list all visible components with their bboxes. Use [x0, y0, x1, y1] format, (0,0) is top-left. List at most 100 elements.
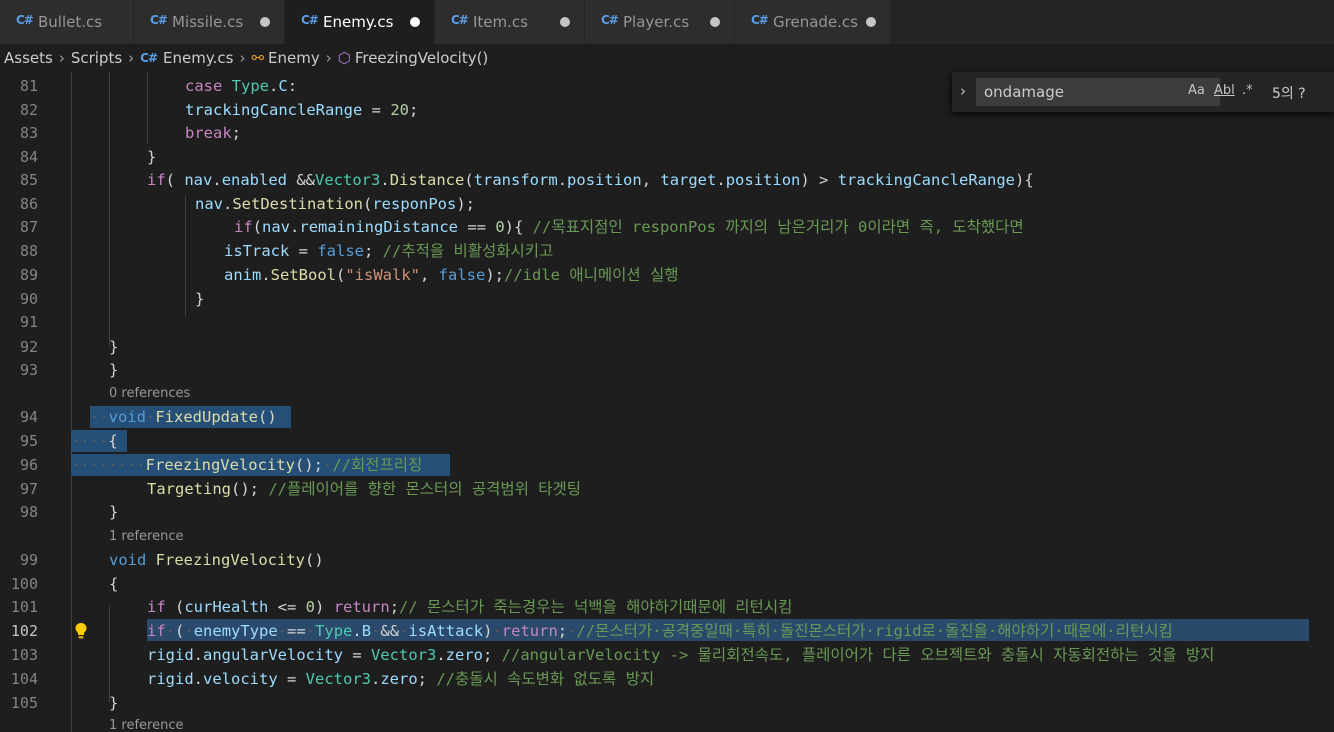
- method-icon: ⬡: [337, 49, 351, 67]
- line-number: 94: [19, 408, 38, 426]
- codelens-references[interactable]: 1 reference: [109, 718, 183, 732]
- tab-player[interactable]: C# Player.cs: [585, 0, 735, 44]
- breadcrumb-assets[interactable]: Assets: [4, 49, 53, 67]
- code-line: 102 if·(·enemyType·==·Type.B·&&·isAttack…: [0, 619, 1334, 643]
- tab-label: Player.cs: [623, 13, 690, 31]
- unsaved-dot-icon[interactable]: [710, 17, 720, 27]
- code-line: 105 }: [0, 691, 1334, 715]
- tab-item[interactable]: C# Item.cs: [435, 0, 585, 44]
- code-line: 93 }: [0, 358, 1334, 382]
- tab-label: Item.cs: [473, 13, 528, 31]
- code-line: 100 {: [0, 572, 1334, 596]
- line-number: 104: [10, 670, 38, 688]
- code-line: 84 }: [0, 145, 1334, 169]
- code-line: 99 void FreezingVelocity(): [0, 548, 1334, 572]
- line-number: 105: [10, 694, 38, 712]
- tab-bar: C# Bullet.cs C# Missile.cs C# Enemy.cs C…: [0, 0, 1334, 44]
- line-number: 84: [19, 148, 38, 166]
- code-line: 97 Targeting(); //플레이어를 향한 몬스터의 공격범위 타겟팅: [0, 477, 1334, 501]
- line-number: 96: [19, 456, 38, 474]
- tab-missile[interactable]: C# Missile.cs: [134, 0, 285, 44]
- chevron-right-icon: ›: [58, 49, 65, 67]
- tab-label: Missile.cs: [172, 13, 244, 31]
- unsaved-dot-icon[interactable]: [260, 17, 270, 27]
- code-text: }: [195, 290, 205, 308]
- csharp-file-icon: C#: [16, 13, 34, 27]
- code-text: rigid.velocity = Vector3.zero; //충돌시 속도변…: [147, 670, 655, 688]
- tab-label: Bullet.cs: [38, 13, 103, 31]
- code-line: 90 }: [0, 287, 1334, 311]
- breadcrumb-file[interactable]: Enemy.cs: [163, 49, 233, 67]
- unsaved-dot-icon[interactable]: [410, 17, 420, 27]
- code-text: isTrack = false; //추적을 비활성화시키고: [224, 242, 554, 260]
- code-text: {: [109, 575, 119, 593]
- code-text: }: [109, 694, 119, 712]
- line-number: 90: [19, 290, 38, 308]
- code-text: }: [147, 148, 157, 166]
- code-editor[interactable]: 81 case Type.C: 82 trackingCancleRange =…: [0, 72, 1334, 732]
- tab-enemy[interactable]: C# Enemy.cs: [285, 0, 435, 44]
- tab-label: Enemy.cs: [323, 13, 394, 31]
- line-number: 100: [10, 575, 38, 593]
- find-input-value: ondamage: [984, 83, 1064, 101]
- chevron-right-icon: ›: [325, 49, 332, 67]
- code-line: 87 if(nav.remainingDistance == 0){ //목표지…: [0, 215, 1334, 239]
- line-number: 99: [19, 551, 38, 569]
- breadcrumb-method[interactable]: FreezingVelocity(): [355, 49, 488, 67]
- regex-icon[interactable]: .*: [1242, 83, 1253, 98]
- breadcrumb-class[interactable]: Enemy: [268, 49, 320, 67]
- line-number: 92: [19, 338, 38, 356]
- find-widget: › ondamage Aa Abl .* 5의 ?: [952, 72, 1334, 112]
- codelens-references[interactable]: 0 references: [109, 386, 190, 402]
- whole-word-icon[interactable]: Abl: [1214, 83, 1235, 98]
- unsaved-dot-icon[interactable]: [866, 17, 876, 27]
- code-text: ··void·FixedUpdate(): [90, 408, 277, 426]
- breadcrumb-scripts[interactable]: Scripts: [71, 49, 122, 67]
- code-text: nav.SetDestination(responPos);: [195, 195, 476, 213]
- tab-label: Grenade.cs: [773, 13, 858, 31]
- tab-bullet[interactable]: C# Bullet.cs: [0, 0, 134, 44]
- code-text: ····{: [71, 432, 118, 450]
- find-input[interactable]: ondamage Aa Abl: [976, 78, 1235, 106]
- chevron-right-icon: ›: [239, 49, 246, 67]
- line-number: 85: [19, 171, 38, 189]
- line-number: 87: [19, 218, 38, 236]
- csharp-file-icon: C#: [140, 51, 158, 65]
- line-number: 81: [19, 77, 38, 95]
- line-number: 103: [10, 646, 38, 664]
- chevron-right-icon: ›: [128, 49, 135, 67]
- code-text: if·(·enemyType·==·Type.B·&&·isAttack)·re…: [147, 622, 1173, 640]
- code-line: 98 }: [0, 500, 1334, 524]
- lightbulb-icon[interactable]: [74, 622, 88, 640]
- toggle-replace-chevron-icon[interactable]: ›: [960, 82, 966, 100]
- code-line: 91: [0, 310, 1334, 334]
- line-number: 95: [19, 432, 38, 450]
- code-text: }: [109, 361, 119, 379]
- code-line: 103 rigid.angularVelocity = Vector3.zero…: [0, 643, 1334, 667]
- unsaved-dot-icon[interactable]: [560, 17, 570, 27]
- code-line: 94 ··void·FixedUpdate(): [0, 405, 1334, 429]
- class-icon: ⚯: [251, 49, 265, 67]
- code-text: case Type.C:: [185, 77, 298, 95]
- tab-grenade[interactable]: C# Grenade.cs: [735, 0, 891, 44]
- breadcrumb: Assets › Scripts › C# Enemy.cs › ⚯ Enemy…: [0, 44, 1334, 72]
- line-number: 97: [19, 480, 38, 498]
- find-result-count: 5의 ?: [1272, 86, 1306, 102]
- line-number: 89: [19, 266, 38, 284]
- csharp-file-icon: C#: [150, 13, 168, 27]
- code-line: 96 ········FreezingVelocity();·//회전프리징: [0, 453, 1334, 477]
- code-text: ········FreezingVelocity();·//회전프리징: [71, 456, 423, 474]
- codelens-references[interactable]: 1 reference: [109, 529, 183, 545]
- code-text: }: [109, 338, 119, 356]
- code-line: 92 }: [0, 335, 1334, 359]
- csharp-file-icon: C#: [601, 13, 619, 27]
- line-number: 91: [19, 313, 38, 331]
- line-number: 86: [19, 195, 38, 213]
- code-text: break;: [185, 124, 242, 142]
- code-text: void FreezingVelocity(): [109, 551, 324, 569]
- code-line: 101 if (curHealth <= 0) return;// 몬스터가 죽…: [0, 595, 1334, 619]
- match-case-icon[interactable]: Aa: [1188, 83, 1205, 98]
- csharp-file-icon: C#: [301, 13, 319, 27]
- code-text: anim.SetBool("isWalk", false);//idle 애니메…: [224, 266, 679, 284]
- csharp-file-icon: C#: [751, 13, 769, 27]
